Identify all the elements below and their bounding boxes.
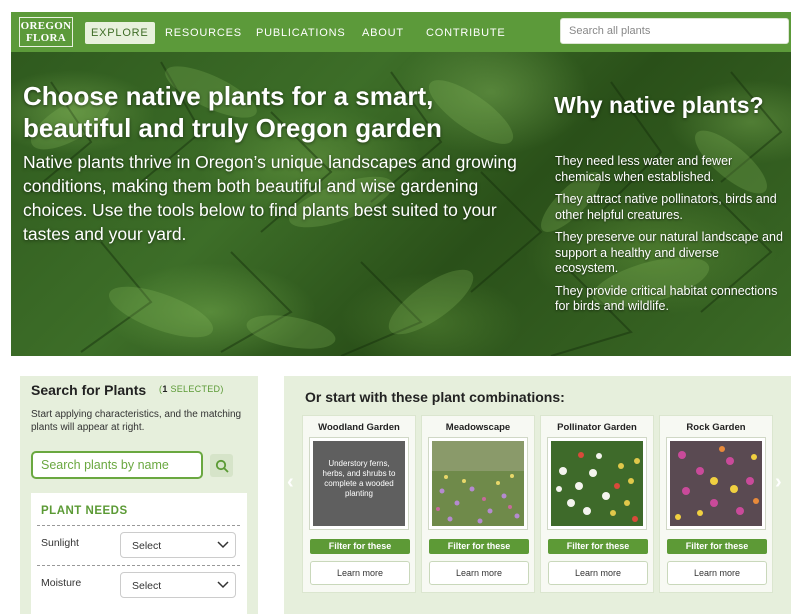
woodland-image-caption: Understory ferns, herbs, and shrubs to c… [322, 459, 396, 498]
search-for-plants-panel: Search for Plants (1 SELECTED) Start app… [20, 376, 258, 614]
learn-more-button[interactable]: Learn more [548, 561, 648, 585]
hero-banner: Choose native plants for a smart, beauti… [11, 52, 791, 356]
sunlight-select-value: Select [132, 540, 162, 552]
selected-count-label: SELECTED [170, 384, 221, 394]
logo-line-2: FLORA [26, 32, 66, 44]
filter-for-these-button[interactable]: Filter for these [548, 539, 648, 554]
filter-for-these-button[interactable]: Filter for these [310, 539, 410, 554]
nav-contribute[interactable]: CONTRIBUTE [420, 22, 512, 44]
selected-count: (1 SELECTED) [159, 384, 224, 394]
why-item: They provide critical habitat connection… [555, 283, 778, 314]
search-icon [215, 459, 229, 473]
search-panel-title: Search for Plants [31, 382, 147, 398]
meadow-photo [432, 441, 524, 526]
filter-for-these-button[interactable]: Filter for these [667, 539, 767, 554]
sunlight-select[interactable]: Select [120, 532, 236, 558]
hero-title: Choose native plants for a smart, beauti… [23, 81, 442, 143]
moisture-row: Moisture Select [37, 565, 240, 605]
why-native-list: They need less water and fewer chemicals… [555, 154, 785, 322]
sunlight-label: Sunlight [41, 537, 79, 549]
oregon-flora-logo[interactable]: OREGON FLORA [19, 17, 73, 47]
nav-explore[interactable]: EXPLORE [85, 22, 155, 44]
rock-garden-image[interactable] [667, 438, 765, 529]
carousel-next-arrow-icon[interactable]: › [775, 471, 782, 494]
carousel-prev-arrow-icon[interactable]: ‹ [287, 471, 294, 494]
top-nav: OREGON FLORA EXPLORE RESOURCES PUBLICATI… [11, 12, 791, 52]
search-button[interactable] [210, 454, 233, 477]
learn-more-button[interactable]: Learn more [310, 561, 410, 585]
chevron-down-icon [217, 541, 229, 549]
learn-more-button[interactable]: Learn more [429, 561, 529, 585]
nav-about[interactable]: ABOUT [356, 22, 410, 44]
sunlight-row: Sunlight Select [37, 525, 240, 565]
why-item: They need less water and fewer chemicals… [555, 154, 733, 184]
chevron-down-icon [217, 581, 229, 589]
why-native-title: Why native plants? [554, 92, 764, 118]
meadowscape-image[interactable] [429, 438, 527, 529]
moisture-label: Moisture [41, 577, 82, 589]
combo-card-title: Pollinator Garden [557, 422, 637, 433]
selected-count-number: 1 [162, 384, 168, 394]
moisture-select-value: Select [132, 580, 162, 592]
search-panel-description: Start applying characteristics, and the … [31, 409, 242, 433]
site-search-input[interactable] [560, 18, 789, 44]
moisture-select[interactable]: Select [120, 572, 236, 598]
woodland-garden-image[interactable]: Understory ferns, herbs, and shrubs to c… [310, 438, 408, 529]
why-item: They attract native pollinators, birds a… [555, 192, 777, 222]
rock-garden-photo [670, 441, 762, 526]
combo-card-meadowscape: Meadowscape Filter for these Learn more [421, 415, 535, 593]
combo-card-woodland: Woodland Garden Understory ferns, herbs,… [302, 415, 416, 593]
combo-card-title: Rock Garden [686, 422, 746, 433]
hero-description: Native plants thrive in Oregon’s unique … [23, 152, 517, 244]
filter-for-these-button[interactable]: Filter for these [429, 539, 529, 554]
combinations-title: Or start with these plant combinations: [305, 389, 565, 405]
why-item: They preserve our natural landscape and … [555, 230, 783, 275]
combo-card-rock-garden: Rock Garden Filter for these Learn more [659, 415, 773, 593]
pollinator-garden-image[interactable] [548, 438, 646, 529]
combo-card-title: Meadowscape [445, 422, 511, 433]
combo-card-pollinator: Pollinator Garden Filter for these Learn… [540, 415, 654, 593]
plant-needs-section: PLANT NEEDS Sunlight Select Moisture Sel… [31, 493, 247, 614]
plant-name-search-input[interactable] [31, 451, 203, 479]
nav-resources[interactable]: RESOURCES [159, 22, 248, 44]
learn-more-button[interactable]: Learn more [667, 561, 767, 585]
plant-combinations-panel: Or start with these plant combinations: … [284, 376, 791, 614]
nav-publications[interactable]: PUBLICATIONS [250, 22, 351, 44]
combo-card-title: Woodland Garden [318, 422, 400, 433]
pollinator-photo [551, 441, 643, 526]
logo-line-1: OREGON [20, 20, 72, 32]
plant-needs-title: PLANT NEEDS [41, 505, 128, 517]
